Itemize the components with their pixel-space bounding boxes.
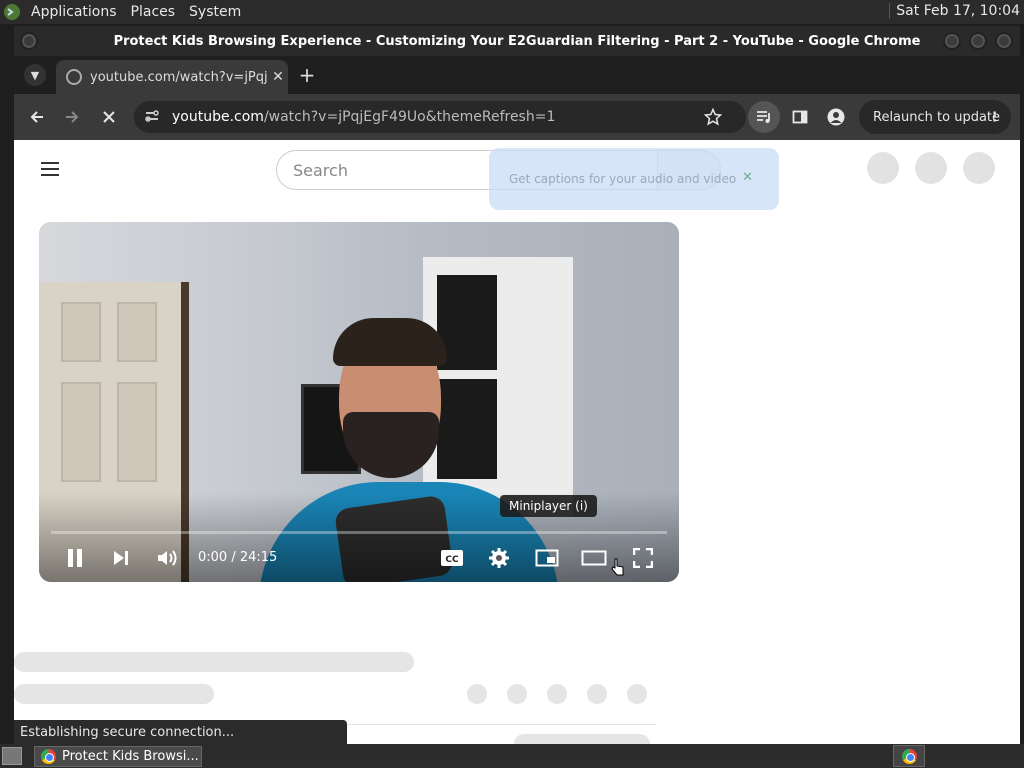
volume-icon[interactable] xyxy=(155,544,181,572)
hamburger-menu-icon[interactable] xyxy=(41,162,59,176)
browser-tab[interactable]: youtube.com/watch?v=jPqjEg ✕ xyxy=(56,60,288,94)
chrome-icon xyxy=(901,748,917,764)
loading-favicon-icon xyxy=(66,69,82,85)
minimize-button[interactable] xyxy=(943,32,961,50)
new-tab-button[interactable]: + xyxy=(296,63,318,87)
action-skeleton xyxy=(467,684,487,704)
url-host: youtube.com xyxy=(172,109,264,125)
toolbar: youtube.com/watch?v=jPqjEgF49Uo&themeRef… xyxy=(14,94,1020,140)
action-skeleton xyxy=(507,684,527,704)
channel-skeleton xyxy=(14,684,214,704)
status-text: Establishing secure connection... xyxy=(20,724,235,740)
more-vert-icon[interactable]: ⋮ xyxy=(988,110,1001,125)
video-frame-shelf xyxy=(423,257,573,517)
relaunch-to-update-button[interactable]: Relaunch to update ⋮ xyxy=(859,100,1011,134)
window-titlebar[interactable]: Protect Kids Browsing Experience - Custo… xyxy=(14,26,1020,56)
account-avatar[interactable] xyxy=(963,152,995,184)
window-menu-button[interactable] xyxy=(20,32,38,50)
bottom-panel: Protect Kids Browsi... xyxy=(0,744,1024,768)
menu-places[interactable]: Places xyxy=(124,4,183,20)
bookmark-star-icon[interactable] xyxy=(702,106,724,128)
video-player[interactable]: 0:00 / 24:15 CC Miniplayer (i) xyxy=(39,222,679,582)
pause-icon[interactable] xyxy=(63,544,87,572)
chevron-down-icon: ▼ xyxy=(30,68,40,82)
subscribe-skeleton xyxy=(514,734,650,744)
address-bar[interactable]: youtube.com/watch?v=jPqjEgF49Uo&themeRef… xyxy=(134,101,746,133)
page-content: Search Get captions for your audio and v… xyxy=(14,140,1020,744)
menu-applications[interactable]: Applications xyxy=(24,4,124,20)
close-window-button[interactable] xyxy=(995,32,1013,50)
theater-mode-icon[interactable] xyxy=(580,544,608,572)
captions-promo-popup: Get captions for your audio and video ✕ xyxy=(489,148,779,210)
search-placeholder: Search xyxy=(293,160,348,180)
taskbar-item-label: Protect Kids Browsi... xyxy=(62,749,199,764)
side-panel-icon[interactable] xyxy=(789,106,811,128)
title-skeleton xyxy=(14,652,414,672)
top-panel: Applications Places System Sat Feb 17, 1… xyxy=(0,0,1024,24)
show-desktop-icon[interactable] xyxy=(2,747,22,765)
notifications-placeholder[interactable] xyxy=(915,152,947,184)
forward-arrow-icon[interactable] xyxy=(61,106,83,128)
tab-strip: ▼ youtube.com/watch?v=jPqjEg ✕ + xyxy=(14,56,1020,94)
create-button-placeholder[interactable] xyxy=(867,152,899,184)
action-skeleton xyxy=(587,684,607,704)
action-skeleton xyxy=(627,684,647,704)
clock[interactable]: Sat Feb 17, 10:04 xyxy=(889,3,1020,19)
tab-search-button[interactable]: ▼ xyxy=(24,64,46,86)
miniplayer-tooltip: Miniplayer (i) xyxy=(500,495,597,517)
status-bubble: Establishing secure connection... xyxy=(14,720,347,744)
url-path: /watch?v=jPqjEgF49Uo&themeRefresh=1 xyxy=(263,109,556,125)
profile-icon[interactable] xyxy=(825,106,847,128)
stop-loading-icon[interactable] xyxy=(98,106,120,128)
mouse-pointer-icon xyxy=(611,558,624,576)
maximize-button[interactable] xyxy=(969,32,987,50)
next-video-icon[interactable] xyxy=(109,544,133,572)
workspace-switcher[interactable] xyxy=(893,745,925,767)
close-tab-icon[interactable]: ✕ xyxy=(268,69,288,85)
captions-popup-text: Get captions for your audio and video xyxy=(509,172,737,186)
fullscreen-icon[interactable] xyxy=(629,544,657,572)
settings-gear-icon[interactable] xyxy=(486,544,512,572)
miniplayer-icon[interactable] xyxy=(533,544,561,572)
close-popup-icon[interactable]: ✕ xyxy=(742,170,753,185)
media-controls-icon[interactable] xyxy=(748,101,780,133)
relaunch-label: Relaunch to update xyxy=(873,109,1001,125)
tab-title: youtube.com/watch?v=jPqjEg xyxy=(90,69,268,85)
progress-bar[interactable] xyxy=(51,531,667,534)
back-arrow-icon[interactable] xyxy=(26,106,48,128)
menu-system[interactable]: System xyxy=(182,4,248,20)
browser-window: Protect Kids Browsing Experience - Custo… xyxy=(14,26,1020,744)
site-info-icon[interactable] xyxy=(144,108,160,128)
action-skeleton xyxy=(547,684,567,704)
subtitles-icon[interactable]: CC xyxy=(439,544,465,572)
taskbar-window-button[interactable]: Protect Kids Browsi... xyxy=(34,746,202,767)
time-display: 0:00 / 24:15 xyxy=(198,550,278,565)
window-title: Protect Kids Browsing Experience - Custo… xyxy=(113,33,921,49)
distro-logo-icon[interactable] xyxy=(0,0,24,24)
svg-text:CC: CC xyxy=(445,555,459,565)
chrome-icon xyxy=(41,749,56,764)
